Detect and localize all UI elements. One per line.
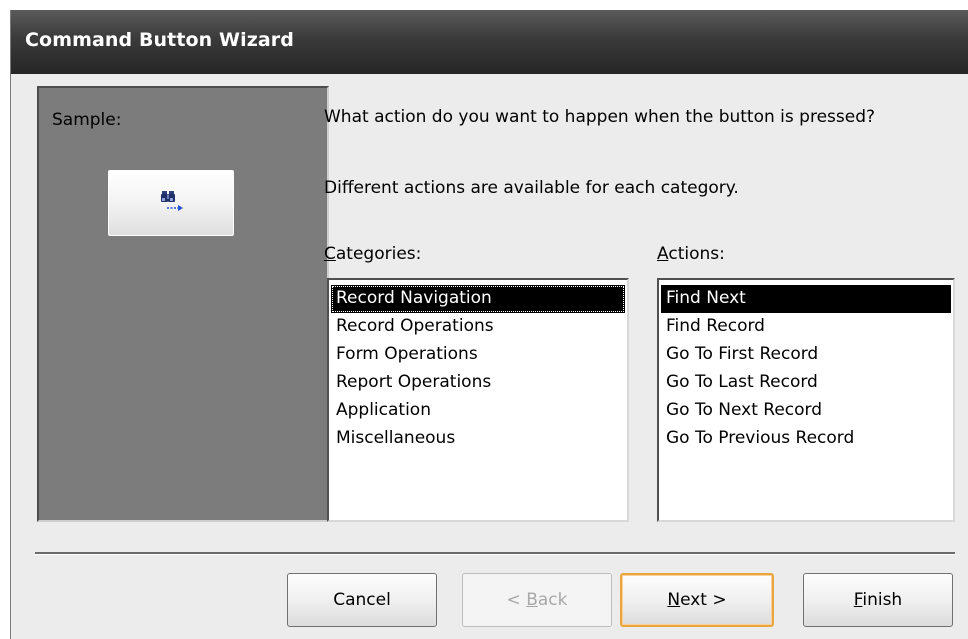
category-item[interactable]: Miscellaneous <box>331 425 625 453</box>
action-item[interactable]: Go To First Record <box>661 341 951 369</box>
actions-label-text: ctions: <box>668 244 725 264</box>
action-item[interactable]: Go To Previous Record <box>661 425 951 453</box>
back-mnemonic: B <box>526 590 538 610</box>
actions-listbox[interactable]: Find Next Find Record Go To First Record… <box>657 278 955 522</box>
finish-button-label: Finish <box>854 590 902 610</box>
sample-panel: Sample: <box>37 86 329 522</box>
actions-mnemonic: A <box>657 244 669 264</box>
category-item[interactable]: Application <box>331 397 625 425</box>
action-item[interactable]: Find Next <box>661 285 951 313</box>
action-item[interactable]: Go To Next Record <box>661 397 951 425</box>
window-title: Command Button Wizard <box>25 29 294 51</box>
action-question: What action do you want to happen when t… <box>324 107 876 127</box>
categories-label: Categories: <box>324 244 421 264</box>
back-rest: ack <box>537 590 568 610</box>
finish-rest: inish <box>862 590 903 610</box>
cancel-button[interactable]: Cancel <box>287 573 437 627</box>
binoculars-find-next-icon <box>158 189 184 217</box>
actions-info: Different actions are available for each… <box>324 178 739 198</box>
action-item[interactable]: Go To Last Record <box>661 369 951 397</box>
command-button-wizard-dialog: Command Button Wizard Sample: What actio… <box>10 10 968 639</box>
actions-label: Actions: <box>657 244 725 264</box>
next-button-label: Next > <box>667 590 726 610</box>
categories-label-text: ategories: <box>335 244 422 264</box>
categories-listbox[interactable]: Record Navigation Record Operations Form… <box>327 278 629 522</box>
sample-preview-button <box>107 169 235 237</box>
action-item[interactable]: Find Record <box>661 313 951 341</box>
next-mnemonic: N <box>667 590 681 610</box>
category-item[interactable]: Record Operations <box>331 313 625 341</box>
back-prefix: < <box>506 590 527 610</box>
sample-label: Sample: <box>52 110 122 130</box>
category-item[interactable]: Record Navigation <box>331 285 625 313</box>
back-button[interactable]: < Back <box>462 573 612 627</box>
cancel-button-label: Cancel <box>333 590 391 610</box>
category-item[interactable]: Form Operations <box>331 341 625 369</box>
next-rest: ext > <box>680 590 727 610</box>
back-button-label: < Back <box>507 590 568 610</box>
title-bar[interactable]: Command Button Wizard <box>11 10 968 74</box>
category-item[interactable]: Report Operations <box>331 369 625 397</box>
finish-button[interactable]: Finish <box>803 573 953 627</box>
footer-separator <box>35 552 955 555</box>
categories-mnemonic: C <box>324 244 336 264</box>
next-button[interactable]: Next > <box>620 573 774 627</box>
